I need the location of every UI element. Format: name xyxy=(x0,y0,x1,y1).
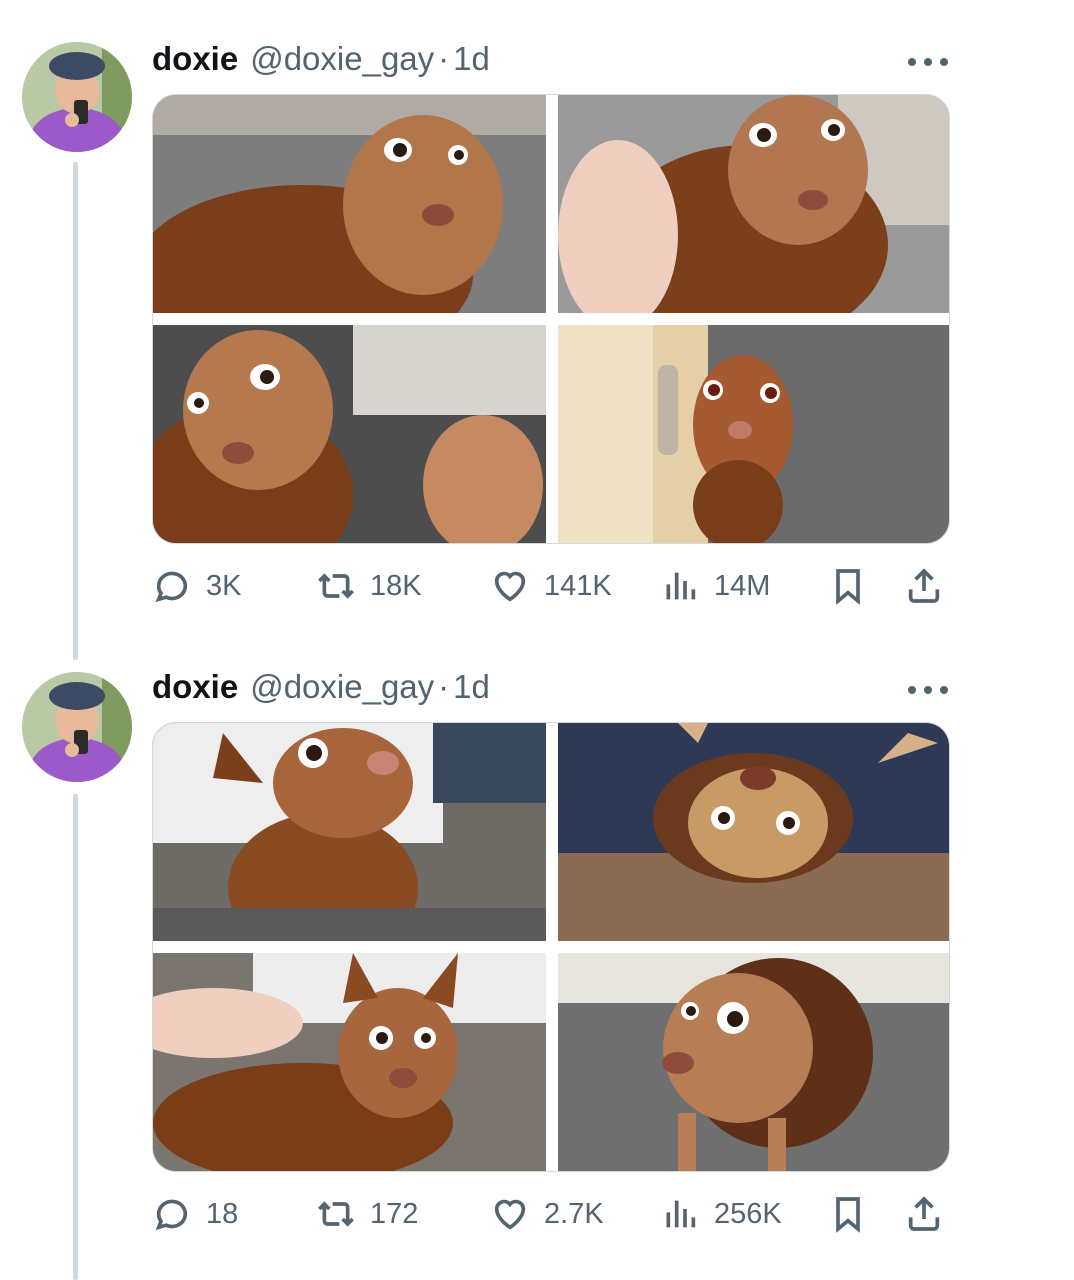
thread-line xyxy=(73,794,78,1280)
retweet-count: 172 xyxy=(370,1197,419,1230)
share-button[interactable] xyxy=(904,564,944,608)
retweet-arrows-icon xyxy=(318,573,354,599)
photo[interactable] xyxy=(153,723,546,941)
speech-bubble-icon xyxy=(155,571,188,603)
share-upload-icon xyxy=(908,568,940,603)
photo[interactable] xyxy=(153,95,546,313)
tweet-actions: 3K 18K 141K 14M xyxy=(152,564,952,608)
like-count: 141K xyxy=(544,569,612,602)
photo[interactable] xyxy=(153,953,546,1171)
heart-icon xyxy=(494,571,526,602)
timestamp[interactable]: 1d xyxy=(453,40,490,78)
media-grid xyxy=(152,722,950,1172)
share-upload-icon xyxy=(908,1196,940,1231)
display-name[interactable]: doxie xyxy=(152,668,238,706)
heart-icon xyxy=(494,1199,526,1230)
photo[interactable] xyxy=(153,325,546,543)
like-button[interactable]: 2.7K xyxy=(490,1192,604,1236)
tweet-header: doxie @doxie_gay · 1d xyxy=(152,40,964,78)
separator-dot: · xyxy=(438,668,450,705)
separator-dot: · xyxy=(438,40,450,77)
photo[interactable] xyxy=(558,953,949,1171)
photo[interactable] xyxy=(558,95,949,313)
bar-chart-icon xyxy=(666,1200,696,1228)
tweet[interactable]: doxie @doxie_gay · 1d xyxy=(0,0,1074,660)
display-name[interactable]: doxie xyxy=(152,40,238,78)
reply-button[interactable]: 3K xyxy=(152,564,241,608)
photo[interactable] xyxy=(558,723,949,941)
like-button[interactable]: 141K xyxy=(490,564,612,608)
reply-count: 3K xyxy=(206,569,242,602)
tweet[interactable]: doxie @doxie_gay · 1d xyxy=(0,660,1074,1280)
like-count: 2.7K xyxy=(544,1197,604,1230)
thread-line xyxy=(73,162,78,660)
avatar[interactable] xyxy=(22,672,132,782)
share-button[interactable] xyxy=(904,1192,944,1236)
bookmark-button[interactable] xyxy=(828,564,868,608)
more-options-icon[interactable] xyxy=(908,680,948,700)
views-button[interactable]: 256K xyxy=(660,1192,782,1236)
view-count: 14M xyxy=(714,569,771,602)
retweet-arrows-icon xyxy=(318,1201,354,1227)
timestamp[interactable]: 1d xyxy=(453,668,490,706)
user-handle[interactable]: @doxie_gay xyxy=(250,668,434,706)
speech-bubble-icon xyxy=(155,1199,188,1231)
user-handle[interactable]: @doxie_gay xyxy=(250,40,434,78)
retweet-count: 18K xyxy=(370,569,422,602)
photo[interactable] xyxy=(558,325,949,543)
bookmark-icon xyxy=(836,1197,860,1233)
retweet-button[interactable]: 18K xyxy=(316,564,422,608)
views-button[interactable]: 14M xyxy=(660,564,770,608)
bookmark-button[interactable] xyxy=(828,1192,868,1236)
bar-chart-icon xyxy=(666,572,696,600)
media-grid xyxy=(152,94,950,544)
reply-count: 18 xyxy=(206,1197,239,1230)
avatar[interactable] xyxy=(22,42,132,152)
tweet-header: doxie @doxie_gay · 1d xyxy=(152,668,964,706)
bookmark-icon xyxy=(836,569,860,605)
more-options-icon[interactable] xyxy=(908,52,948,72)
reply-button[interactable]: 18 xyxy=(152,1192,238,1236)
view-count: 256K xyxy=(714,1197,782,1230)
retweet-button[interactable]: 172 xyxy=(316,1192,418,1236)
tweet-actions: 18 172 2.7K 256K xyxy=(152,1192,952,1236)
